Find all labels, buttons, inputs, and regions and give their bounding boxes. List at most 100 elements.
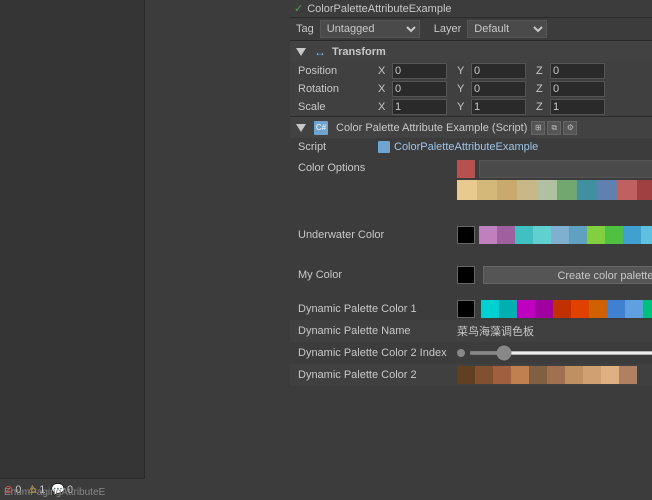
scale-label: Scale xyxy=(298,101,378,113)
uw-swatch-8[interactable] xyxy=(623,226,641,244)
dp1-s2[interactable] xyxy=(517,300,535,318)
dynamic-palette-1-label: Dynamic Palette Color 1 xyxy=(298,303,453,315)
left-sidebar: ⊘ 0 ⚠ 1 💬 0 EnumPagingAttributeE xyxy=(0,0,145,500)
dp1-s1[interactable] xyxy=(499,300,517,318)
swatch-2[interactable] xyxy=(497,180,517,200)
script-section-title: Color Palette Attribute Example (Script) xyxy=(336,122,527,134)
dp2-s2[interactable] xyxy=(493,366,511,384)
rot-y-input[interactable] xyxy=(471,81,526,97)
palette-dropdown[interactable]: Country xyxy=(479,160,652,178)
uw-swatch-6[interactable] xyxy=(587,226,605,244)
uw-swatch-3[interactable] xyxy=(533,226,551,244)
dp2-s6[interactable] xyxy=(565,366,583,384)
dp2-s1[interactable] xyxy=(475,366,493,384)
uw-swatch-4[interactable] xyxy=(551,226,569,244)
message-status: 💬 0 xyxy=(51,483,73,496)
transform-title: Transform xyxy=(332,46,652,58)
underwater-color-swatch[interactable] xyxy=(457,226,475,244)
swatch-4[interactable] xyxy=(537,180,557,200)
dp1-s3[interactable] xyxy=(535,300,553,318)
object-name: ColorPaletteAttributeExample xyxy=(307,3,451,15)
script-settings-btn[interactable]: ⚙ xyxy=(563,121,577,135)
dynamic-palette-name-row: Dynamic Palette Name 菜鸟海藻调色板 xyxy=(290,320,652,342)
rot-z-input[interactable] xyxy=(550,81,605,97)
uw-swatch-0[interactable] xyxy=(479,226,497,244)
dp2-s0[interactable] xyxy=(457,366,475,384)
scale-y-input[interactable] xyxy=(471,99,526,115)
dp2-s8[interactable] xyxy=(601,366,619,384)
dp1-s4[interactable] xyxy=(553,300,571,318)
pos-z-input[interactable] xyxy=(550,63,605,79)
rot-x-input[interactable] xyxy=(392,81,447,97)
uw-swatch-9[interactable] xyxy=(641,226,652,244)
cursor-area xyxy=(290,202,652,222)
swatch-3[interactable] xyxy=(517,180,537,200)
uw-swatch-2[interactable] xyxy=(515,226,533,244)
dp1-s5[interactable] xyxy=(571,300,589,318)
create-palette-btn[interactable]: Create color palette: 我的调色板 xyxy=(483,266,652,284)
my-color-row: My Color Create color palette: 我的调色板 xyxy=(290,262,652,288)
uw-swatch-1[interactable] xyxy=(497,226,515,244)
position-xyz: X Y Z xyxy=(378,63,652,79)
dp2-slider-circle xyxy=(457,349,465,357)
pos-y-input[interactable] xyxy=(471,63,526,79)
rotation-xyz: X Y Z xyxy=(378,81,652,97)
dp1-s0[interactable] xyxy=(481,300,499,318)
swatch-1[interactable] xyxy=(477,180,497,200)
dp1-s8[interactable] xyxy=(625,300,643,318)
transform-header: ↔ Transform ⊞ ⚙ xyxy=(290,40,652,62)
dp2-swatches xyxy=(457,366,652,384)
pos-x-input[interactable] xyxy=(392,63,447,79)
dp2-s5[interactable] xyxy=(547,366,565,384)
dynamic-palette-name-value: 菜鸟海藻调色板 xyxy=(457,323,534,339)
swatch-5[interactable] xyxy=(557,180,577,200)
script-arrow[interactable] xyxy=(296,124,306,132)
scale-x-label: X xyxy=(378,101,390,113)
message-count: 0 xyxy=(67,484,73,496)
tag-select[interactable]: Untagged xyxy=(320,20,420,38)
script-expand-btn[interactable]: ⧉ xyxy=(547,121,561,135)
scale-y-label: Y xyxy=(457,101,469,113)
transform-arrow[interactable] xyxy=(296,48,306,56)
underwater-swatches xyxy=(479,226,652,244)
script-ref-value: ColorPaletteAttributeExample xyxy=(394,141,538,153)
dp1-s9[interactable] xyxy=(643,300,652,318)
position-label: Position xyxy=(298,65,378,77)
swatch-0[interactable] xyxy=(457,180,477,200)
warning-icon: ⚠ xyxy=(27,483,37,496)
dynamic-palette-2-index-row: Dynamic Palette Color 2 Index 1 xyxy=(290,342,652,364)
dp2-s9[interactable] xyxy=(619,366,637,384)
script-focus-btn[interactable]: ⊞ xyxy=(531,121,545,135)
dp2-s7[interactable] xyxy=(583,366,601,384)
my-color-swatch[interactable] xyxy=(457,266,475,284)
dp2-slider[interactable] xyxy=(469,351,652,355)
swatch-9[interactable] xyxy=(637,180,652,200)
transform-icon: ↔ xyxy=(314,45,326,59)
error-status: ⊘ 0 xyxy=(4,483,21,496)
dp1-s6[interactable] xyxy=(589,300,607,318)
dp1-color-swatch[interactable] xyxy=(457,300,475,318)
rot-y-label: Y xyxy=(457,83,469,95)
checkmark-icon: ✓ xyxy=(294,2,303,15)
rot-x-label: X xyxy=(378,83,390,95)
dp1-swatches xyxy=(481,300,652,318)
layer-select[interactable]: Default xyxy=(467,20,547,38)
dp1-s7[interactable] xyxy=(607,300,625,318)
pos-z-label: Z xyxy=(536,65,548,77)
error-count: 0 xyxy=(15,484,21,496)
swatch-6[interactable] xyxy=(577,180,597,200)
underwater-color-label: Underwater Color xyxy=(298,229,453,241)
uw-swatch-7[interactable] xyxy=(605,226,623,244)
dp2-s4[interactable] xyxy=(529,366,547,384)
scale-z-label: Z xyxy=(536,101,548,113)
swatch-7[interactable] xyxy=(597,180,617,200)
dp2-label: Dynamic Palette Color 2 xyxy=(298,369,453,381)
swatch-8[interactable] xyxy=(617,180,637,200)
scale-x-input[interactable] xyxy=(392,99,447,115)
dp2-s3[interactable] xyxy=(511,366,529,384)
scale-z-input[interactable] xyxy=(550,99,605,115)
script-icon: C# xyxy=(314,121,328,135)
dynamic-palette-2-row: Dynamic Palette Color 2 xyxy=(290,364,652,386)
color-options-preview[interactable] xyxy=(457,160,475,178)
uw-swatch-5[interactable] xyxy=(569,226,587,244)
